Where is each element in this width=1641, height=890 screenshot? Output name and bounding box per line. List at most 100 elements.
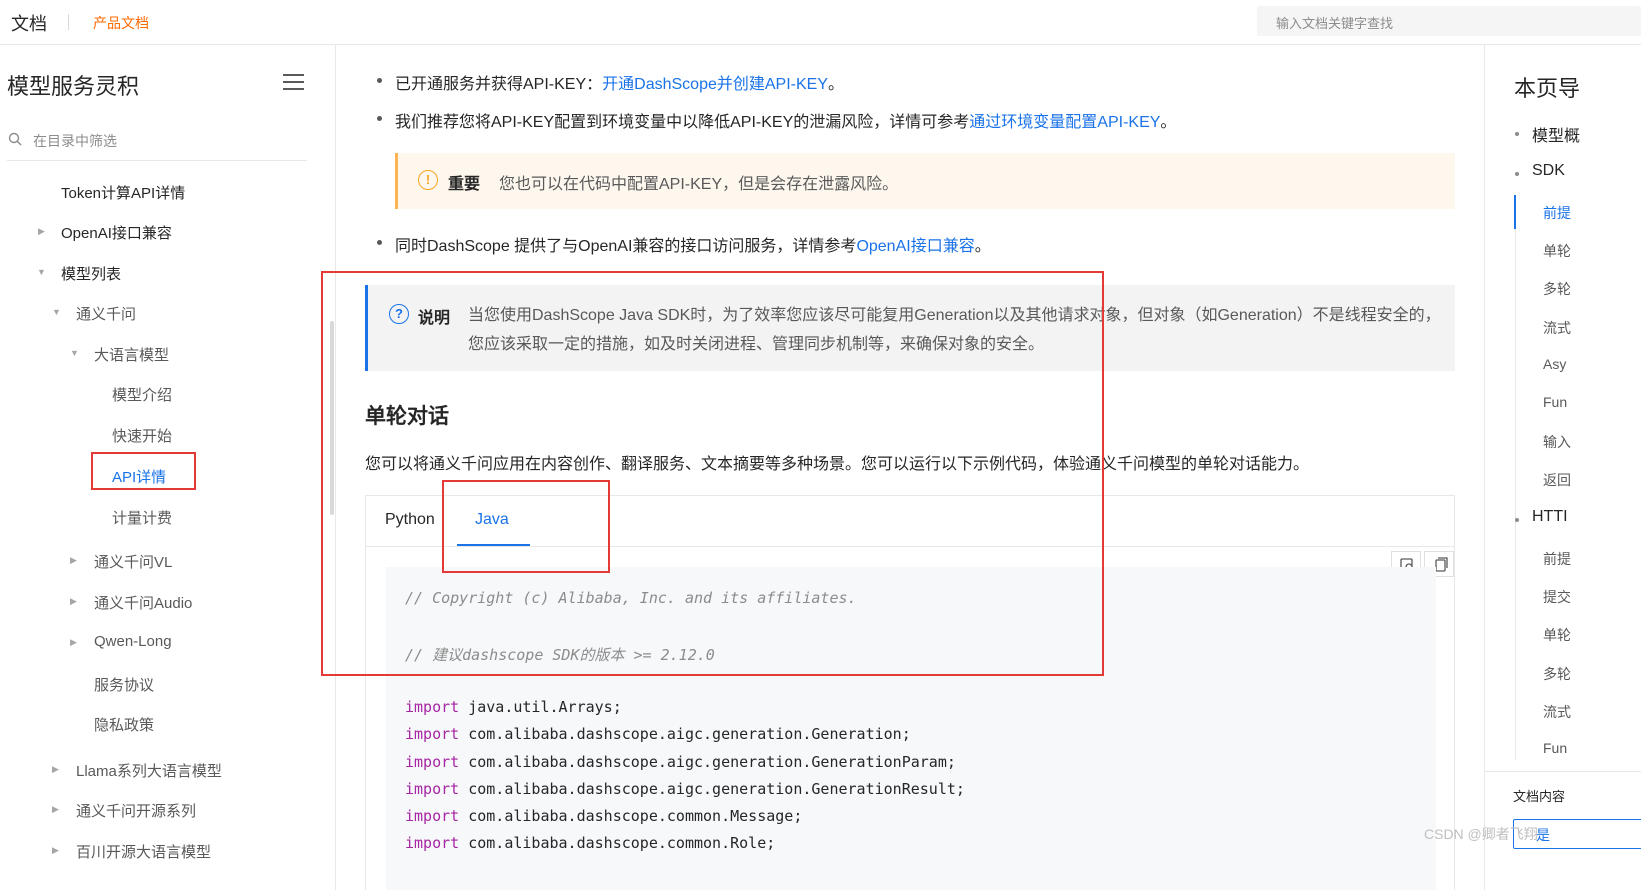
code-keyword: import [405, 807, 460, 825]
code-line: import com.alibaba.dashscope.common.Role… [405, 834, 775, 852]
code-line: import java.util.Arrays; [405, 698, 622, 716]
toc-item[interactable]: 单轮 [1543, 625, 1571, 645]
toc-item[interactable]: SDK [1532, 162, 1565, 180]
toc-rail [1515, 195, 1516, 760]
toc-item[interactable]: 返回 [1543, 470, 1571, 490]
sidebar-item-qwen[interactable]: 通义千问 [76, 303, 136, 324]
toc-bullet [1515, 132, 1519, 136]
sidebar-item-model-list[interactable]: 模型列表 [61, 263, 121, 284]
code-line: import com.alibaba.dashscope.aigc.genera… [405, 753, 956, 771]
toc-item[interactable]: 流式 [1543, 318, 1571, 338]
sidebar-item-api-detail[interactable]: API详情 [112, 466, 166, 487]
doc-search-input[interactable]: 输入文档关键字查找 [1257, 6, 1641, 36]
bullet-text: 我们推荐您将API-KEY配置到环境变量中以降低API-KEY的泄漏风险，详情可… [395, 114, 970, 131]
toc-item[interactable]: 前提 [1543, 203, 1571, 223]
toc-bullet [1515, 518, 1519, 522]
toc-item[interactable]: 多轮 [1543, 664, 1571, 684]
code-line: import com.alibaba.dashscope.aigc.genera… [405, 725, 911, 743]
code-import: com.alibaba.dashscope.common.Role; [468, 834, 776, 852]
exclamation-icon: ! [418, 170, 438, 190]
sidebar-filter-placeholder: 在目录中筛选 [33, 133, 117, 149]
question-icon: ? [389, 304, 409, 324]
caret-down-icon[interactable]: ▼ [37, 267, 46, 277]
bullet-end: 。 [1160, 114, 1177, 131]
sidebar-filter-input[interactable]: 在目录中筛选 [7, 129, 307, 161]
tab-python[interactable]: Python [385, 511, 435, 529]
toc-item[interactable]: 流式 [1543, 702, 1571, 722]
toc-item[interactable]: 模型概 [1532, 122, 1580, 146]
caret-right-icon[interactable]: ▶ [52, 804, 59, 815]
sidebar-item-quick-start[interactable]: 快速开始 [112, 425, 172, 446]
env-api-key-link[interactable]: 通过环境变量配置API-KEY [969, 114, 1160, 131]
feedback-label: 文档内容 [1513, 789, 1566, 804]
toc-item[interactable]: Fun [1543, 394, 1567, 410]
code-keyword: import [405, 780, 460, 798]
menu-icon[interactable] [283, 74, 304, 91]
sidebar-item-openai-compat[interactable]: OpenAI接口兼容 [61, 222, 172, 243]
left-sidebar: 模型服务灵积 在目录中筛选 Token计算API详情 ▶ OpenAI接口兼容 … [0, 45, 336, 890]
code-comment: // 建议dashscope SDK的版本 >= 2.12.0 [405, 646, 715, 664]
toc-item[interactable]: 单轮 [1543, 241, 1571, 261]
warning-callout: ! 重要 您也可以在代码中配置API-KEY，但是会存在泄露风险。 [395, 153, 1455, 209]
caret-down-icon[interactable]: ▼ [70, 348, 79, 358]
doc-search-placeholder: 输入文档关键字查找 [1276, 16, 1394, 31]
caret-right-icon[interactable]: ▶ [52, 764, 59, 775]
toc-active-indicator [1514, 195, 1516, 229]
caret-right-icon[interactable]: ▶ [70, 637, 77, 648]
docs-brand[interactable]: 文档 [11, 10, 47, 36]
bullet-end: 。 [974, 238, 991, 255]
sidebar-title: 模型服务灵积 [7, 74, 140, 99]
sidebar-item-llm[interactable]: 大语言模型 [94, 344, 169, 365]
warning-title: 重要 [448, 176, 481, 193]
product-docs-link[interactable]: 产品文档 [93, 13, 149, 33]
toc-title: 本页导 [1514, 76, 1581, 101]
bullet-text: 同时DashScope 提供了与OpenAI兼容的接口访问服务，详情参考 [395, 238, 857, 255]
caret-right-icon[interactable]: ▶ [52, 845, 59, 856]
sidebar-item-token-api[interactable]: Token计算API详情 [61, 182, 185, 203]
caret-right-icon[interactable]: ▶ [70, 596, 77, 607]
list-item: 我们推荐您将API-KEY配置到环境变量中以降低API-KEY的泄漏风险，详情可… [377, 108, 1177, 132]
bullet-end: 。 [828, 76, 845, 93]
code-line: import com.alibaba.dashscope.aigc.genera… [405, 780, 965, 798]
code-import: java.util.Arrays; [468, 698, 622, 716]
code-keyword: import [405, 834, 460, 852]
sidebar-item-privacy[interactable]: 隐私政策 [94, 714, 154, 735]
sidebar-item-llama[interactable]: Llama系列大语言模型 [76, 760, 222, 781]
top-bar: 文档 产品文档 输入文档关键字查找 [0, 0, 1641, 45]
sidebar-item-baichuan[interactable]: 百川开源大语言模型 [76, 841, 211, 862]
sidebar-item-service-agreement[interactable]: 服务协议 [94, 674, 154, 695]
create-api-key-link[interactable]: 开通DashScope并创建API-KEY [602, 76, 828, 93]
openai-compat-link[interactable]: OpenAI接口兼容 [856, 238, 974, 255]
code-line: import com.alibaba.dashscope.common.Mess… [405, 807, 802, 825]
toc-item[interactable]: Fun [1543, 740, 1567, 756]
toc-item[interactable]: 多轮 [1543, 279, 1571, 299]
sidebar-item-qwen-vl[interactable]: 通义千问VL [94, 551, 172, 572]
bullet-dot [377, 78, 382, 83]
sidebar-scrollbar[interactable] [330, 321, 334, 515]
caret-right-icon[interactable]: ▶ [70, 555, 77, 566]
info-callout: ? 说明 当您使用DashScope Java SDK时，为了效率您应该尽可能复… [365, 285, 1455, 371]
code-comment: // Copyright (c) Alibaba, Inc. and its a… [405, 589, 857, 607]
sidebar-item-billing[interactable]: 计量计费 [112, 507, 172, 528]
main-content: 已开通服务并获得API-KEY：开通DashScope并创建API-KEY。 我… [337, 45, 1484, 890]
toc-item[interactable]: 输入 [1543, 432, 1571, 452]
sidebar-item-qwen-long[interactable]: Qwen-Long [94, 633, 172, 650]
sidebar-item-qwen-open[interactable]: 通义千问开源系列 [76, 800, 196, 821]
code-keyword: import [405, 698, 460, 716]
caret-down-icon[interactable]: ▼ [52, 307, 61, 317]
tab-java[interactable]: Java [475, 511, 509, 529]
caret-right-icon[interactable]: ▶ [38, 226, 45, 237]
toc-item[interactable]: Asy [1543, 356, 1566, 372]
active-tab-indicator [457, 544, 530, 546]
toc-item[interactable]: HTTI [1532, 508, 1568, 526]
sidebar-item-qwen-audio[interactable]: 通义千问Audio [94, 592, 192, 613]
toc-item[interactable]: 前提 [1543, 549, 1571, 569]
watermark: CSDN @卿者飞翔 [1424, 826, 1538, 842]
code-block[interactable]: // Copyright (c) Alibaba, Inc. and its a… [386, 567, 1436, 890]
bullet-dot [377, 116, 382, 121]
toc-item[interactable]: 提交 [1543, 587, 1571, 607]
code-example-card: Python Java // Copyright (c) Alibaba, In… [365, 495, 1455, 890]
language-tabs: Python Java [366, 496, 1454, 547]
sidebar-item-model-intro[interactable]: 模型介绍 [112, 384, 172, 405]
section-heading: 单轮对话 [365, 405, 449, 428]
